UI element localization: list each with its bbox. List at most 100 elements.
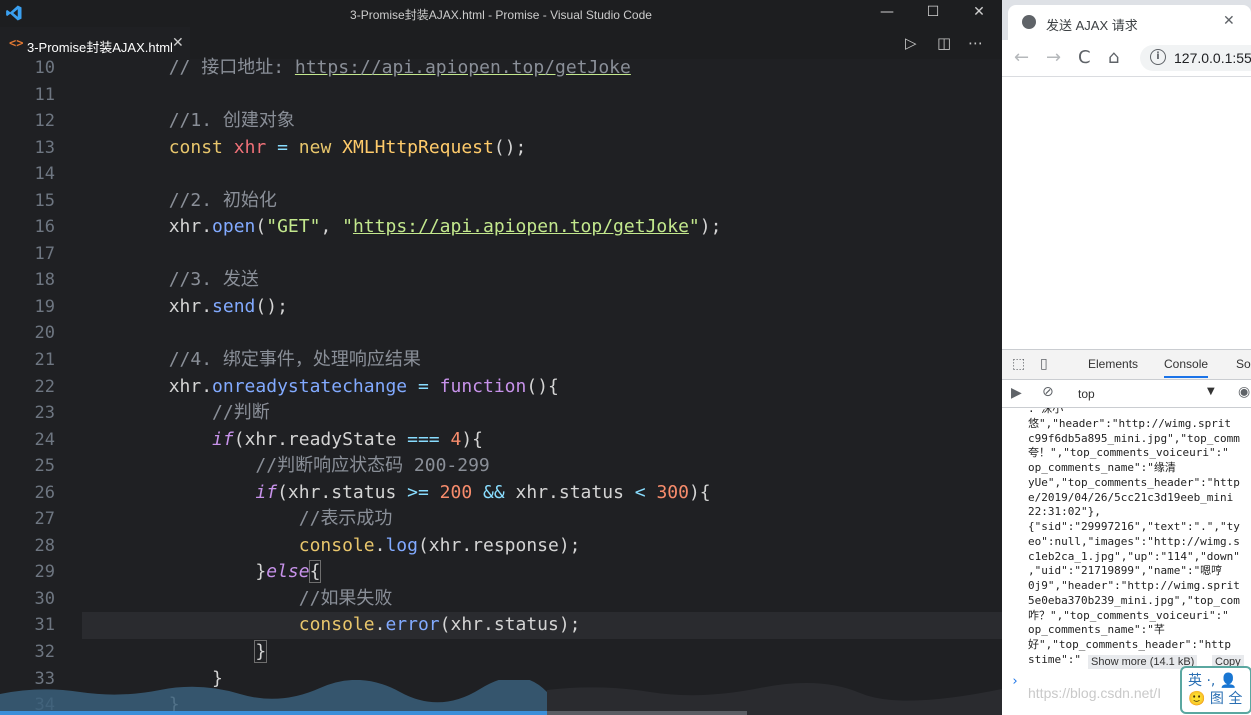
code-line: //3. 发送 (168, 269, 259, 291)
line-number-gutter: 10 11 12 13 14 15 16 17 18 19 20 21 22 2… (0, 55, 60, 715)
code-line: if(xhr.readyState === 4){ (212, 428, 484, 450)
chevron-down-icon[interactable]: ▼ (1207, 386, 1215, 397)
line-number: 14 (34, 164, 55, 185)
browser-window: 发送 AJAX 请求 ✕ ← → C ⌂ i 127.0.0.1:55 ⬚ ▯ … (1002, 0, 1251, 715)
ime-toolbar[interactable]: 英 ·, 👤 🙂 图 全 (1180, 666, 1251, 714)
device-toggle-icon[interactable]: ▯ (1040, 356, 1048, 372)
browser-tab-strip: 发送 AJAX 请求 ✕ (1002, 0, 1251, 40)
run-icon[interactable]: ▷ (905, 34, 917, 52)
code-line: // 接口地址: https://api.apiopen.top/getJoke (168, 57, 631, 78)
code-line: //1. 创建对象 (168, 110, 295, 132)
line-number: 23 (34, 403, 55, 424)
console-line: 咋？","top_comments_voiceuri":" (1028, 609, 1229, 622)
devtools-panel: ⬚ ▯ Elements Console So ▶ ⊘ top ▼ ◉ :"沫小… (1002, 349, 1251, 715)
globe-icon (1022, 15, 1036, 29)
console-line: op_comments_name":"芊 (1028, 623, 1165, 636)
console-line: 夸！","top_comments_voiceuri":" (1028, 446, 1229, 459)
address-bar[interactable]: i 127.0.0.1:55 (1140, 45, 1251, 71)
line-number: 16 (34, 217, 55, 238)
console-line: c99f6db5a895_mini.jpg","top_comm (1028, 432, 1240, 445)
eye-icon[interactable]: ◉ (1238, 384, 1250, 400)
console-line: {"sid":"29997216","text":".","ty (1028, 520, 1240, 533)
vscode-window: 3-Promise封装AJAX.html - Promise - Visual … (0, 0, 1002, 715)
console-line: 22:31:02"}, (1028, 505, 1101, 518)
reload-button[interactable]: C (1078, 47, 1091, 68)
tab-elements[interactable]: Elements (1088, 357, 1138, 371)
info-icon[interactable]: i (1150, 49, 1166, 65)
ime-status: 英 ·, 👤 🙂 图 全 (1188, 673, 1243, 707)
line-number: 18 (34, 270, 55, 291)
line-number: 27 (34, 509, 55, 530)
code-line: } (254, 640, 268, 664)
title-bar: 3-Promise封装AJAX.html - Promise - Visual … (0, 0, 1002, 27)
code-line: //2. 初始化 (168, 189, 277, 211)
code-line: //如果失败 (298, 587, 393, 609)
code-lines[interactable]: // 接口地址: https://api.apiopen.top/getJoke… (82, 55, 1002, 715)
maximize-button[interactable]: ☐ (910, 0, 956, 27)
code-line: xhr.send(); (82, 295, 288, 317)
console-output[interactable]: :"沫小 悠","header":"http://wimg.sprit c99f… (1002, 408, 1251, 670)
code-editor[interactable]: 10 11 12 13 14 15 16 17 18 19 20 21 22 2… (0, 57, 1002, 715)
forward-button[interactable]: → (1046, 47, 1061, 68)
watermark-text: https://blog.csdn.net/I (1028, 685, 1162, 701)
line-number: 31 (34, 615, 55, 636)
line-number: 22 (34, 376, 55, 397)
editor-tab-label: 3-Promise封装AJAX.html (27, 40, 173, 55)
clear-console-icon[interactable]: ⊘ (1042, 384, 1054, 400)
html-file-icon: <> (9, 36, 24, 50)
inspect-element-icon[interactable]: ⬚ (1012, 356, 1025, 372)
page-viewport[interactable] (1002, 77, 1251, 349)
browser-toolbar: ← → C ⌂ i 127.0.0.1:55 (1002, 40, 1251, 77)
code-line: //判断响应状态码 200-299 (255, 455, 490, 477)
code-line: //4. 绑定事件，处理响应结果 (168, 349, 421, 371)
console-line: op_comments_name":"缘清 (1028, 461, 1176, 474)
line-number: 20 (34, 323, 55, 344)
code-line-current: console.error(xhr.status); (82, 612, 1002, 640)
sidebar-toggle-icon[interactable]: ▶ (1011, 385, 1022, 401)
line-number: 29 (34, 562, 55, 583)
browser-tab-close-icon[interactable]: ✕ (1223, 13, 1235, 29)
code-line: //判断 (212, 402, 270, 424)
console-line: e/2019/04/26/5cc21c3d19eeb_mini (1028, 491, 1234, 504)
console-line: stime":" (1028, 653, 1081, 666)
console-line: 好","top_comments_header":"http (1028, 638, 1232, 651)
tab-sources[interactable]: So (1236, 357, 1251, 371)
tab-close-icon[interactable]: ✕ (172, 35, 184, 51)
console-line: 0j9","header":"http://wimg.sprit (1028, 579, 1240, 592)
browser-tab-title: 发送 AJAX 请求 (1046, 18, 1138, 33)
console-line: :"沫小 (1028, 408, 1064, 415)
code-line: const xhr = new XMLHttpRequest(); (168, 136, 527, 158)
tab-console[interactable]: Console (1164, 357, 1209, 378)
code-line: xhr.onreadystatechange = function(){ (82, 375, 559, 397)
line-number: 30 (34, 588, 55, 609)
browser-tab[interactable]: 发送 AJAX 请求 ✕ (1008, 5, 1251, 40)
code-line: if(xhr.status >= 200 && xhr.status < 300… (255, 481, 711, 503)
split-editor-icon[interactable]: ◫ (937, 34, 951, 52)
back-button[interactable]: ← (1014, 47, 1029, 68)
line-number: 11 (34, 84, 55, 105)
devtools-tab-bar: ⬚ ▯ Elements Console So (1002, 350, 1251, 380)
line-number: 13 (34, 137, 55, 158)
minimize-button[interactable]: — (864, 0, 910, 27)
line-number: 21 (34, 350, 55, 371)
console-line: eo":null,"images":"http://wimg.s (1028, 535, 1240, 548)
close-window-button[interactable]: ✕ (956, 0, 1002, 27)
code-line: }else{ (82, 560, 322, 584)
line-number: 32 (34, 642, 55, 663)
wave-overlay (0, 680, 1002, 715)
line-number: 26 (34, 482, 55, 503)
more-actions-icon[interactable]: ⋯ (968, 34, 983, 52)
home-button[interactable]: ⌂ (1108, 47, 1119, 68)
line-number: 15 (34, 190, 55, 211)
line-number: 24 (34, 429, 55, 450)
console-filter-bar: ▶ ⊘ top ▼ ◉ (1002, 380, 1251, 408)
line-number: 12 (34, 111, 55, 132)
console-line: ,"uid":"21719899","name":"嗯哼 (1028, 564, 1223, 577)
code-line: xhr.open("GET", "https://api.apiopen.top… (82, 216, 722, 238)
console-prompt[interactable]: › (1011, 674, 1019, 689)
context-selector[interactable]: top (1078, 387, 1095, 401)
